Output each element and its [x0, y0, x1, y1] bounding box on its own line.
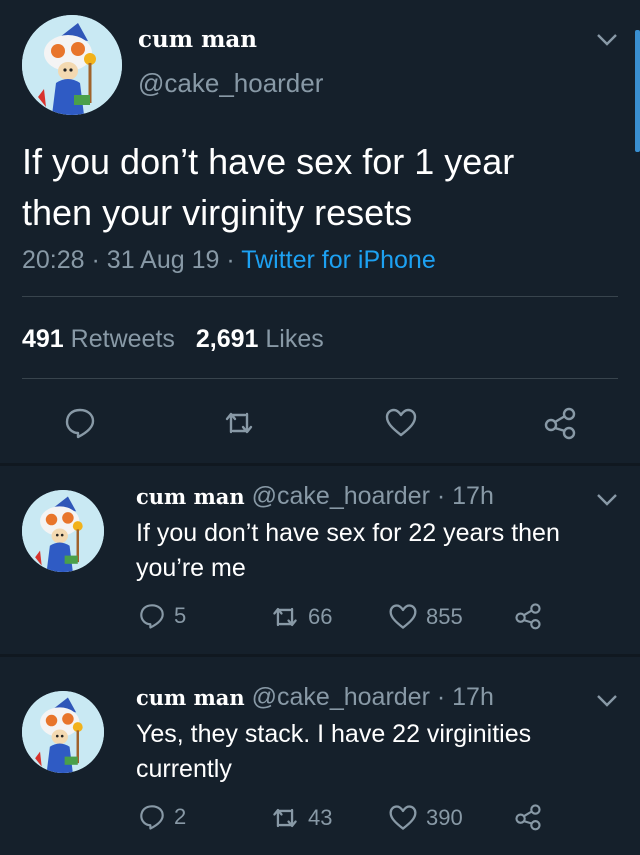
share-button[interactable]	[514, 602, 542, 632]
tweet-text: If you don’t have sex for 1 year then yo…	[22, 136, 612, 238]
chevron-down-icon[interactable]	[594, 32, 620, 48]
tweet-time: 20:28	[22, 246, 85, 274]
avatar[interactable]	[22, 15, 122, 115]
like-count: 855	[426, 604, 463, 629]
tweet-text-line: Yes, they stack. I have 22 virginities	[136, 720, 532, 748]
retweets-stat[interactable]: 491 Retweets	[22, 325, 182, 353]
tweet-meta: 20:28 · 31 Aug 19 · Twitter for iPhone	[22, 246, 436, 275]
retweet-count: 43	[308, 805, 333, 830]
like-button[interactable]: 390	[388, 803, 463, 833]
tweet-text-line: If you don’t have sex for 1 year	[22, 141, 515, 182]
share-button[interactable]	[514, 803, 542, 833]
meta-separator: ·	[436, 683, 446, 711]
display-name[interactable]: cum man	[136, 484, 245, 509]
tweet-client-link[interactable]: Twitter for iPhone	[241, 246, 436, 274]
retweet-icon[interactable]	[222, 406, 256, 440]
reply-icon	[140, 604, 164, 629]
reply-tweet[interactable]: cum man @cake_hoarder · 17h Yes, they st…	[0, 667, 640, 855]
chevron-down-icon[interactable]	[594, 693, 620, 709]
display-name[interactable]: cum man	[138, 26, 257, 53]
tweet-text-line: you’re me	[136, 554, 246, 582]
reply-header: cum man @cake_hoarder · 17h	[136, 482, 494, 511]
reply-count: 2	[174, 804, 187, 830]
main-tweet: cum man @cake_hoarder If you don’t have …	[0, 0, 640, 465]
like-count: 390	[426, 805, 463, 830]
likes-count: 2,691	[195, 325, 259, 353]
avatar[interactable]	[22, 490, 104, 572]
reply-tweet[interactable]: cum man @cake_hoarder · 17h If you don’t…	[0, 466, 640, 654]
tweet-text-line: then your virginity resets	[22, 192, 413, 233]
tweet-text: Yes, they stack. I have 22 virginities c…	[136, 717, 606, 787]
share-icon[interactable]	[543, 406, 577, 440]
reply-icon	[140, 805, 164, 830]
share-icon	[515, 804, 541, 831]
user-handle[interactable]: @cake_hoarder	[252, 482, 430, 510]
retweet-count: 66	[308, 604, 333, 629]
retweet-icon	[273, 607, 297, 627]
like-icon[interactable]	[384, 406, 418, 440]
reply-count: 5	[174, 603, 187, 629]
tweet-age: 17h	[452, 482, 494, 510]
like-icon	[389, 604, 417, 629]
tweet-age: 17h	[452, 683, 494, 711]
reply-icon[interactable]	[63, 406, 97, 440]
display-name[interactable]: cum man	[136, 685, 245, 710]
share-icon	[515, 603, 541, 630]
tweet-text-line: If you don’t have sex for 22 years then	[136, 519, 560, 547]
like-button[interactable]: 855	[388, 602, 463, 632]
retweets-label: Retweets	[70, 325, 175, 353]
reply-header: cum man @cake_hoarder · 17h	[136, 683, 494, 712]
likes-stat[interactable]: 2,691 Likes	[196, 325, 324, 353]
user-handle[interactable]: @cake_hoarder	[252, 683, 430, 711]
tweet-text-line: currently	[136, 755, 232, 783]
chevron-down-icon[interactable]	[594, 492, 620, 508]
meta-separator: ·	[91, 246, 100, 274]
retweet-button[interactable]: 66	[270, 602, 332, 632]
meta-separator: ·	[226, 246, 235, 274]
divider	[22, 378, 618, 379]
divider	[22, 296, 618, 297]
section-divider	[0, 654, 640, 657]
retweet-icon	[273, 808, 297, 828]
retweet-button[interactable]: 43	[270, 803, 332, 833]
like-icon	[389, 805, 417, 830]
avatar[interactable]	[22, 691, 104, 773]
reply-button[interactable]: 5	[138, 602, 186, 632]
reply-button[interactable]: 2	[138, 803, 186, 833]
user-handle[interactable]: @cake_hoarder	[138, 68, 323, 99]
meta-separator: ·	[436, 482, 446, 510]
tweet-date: 31 Aug 19	[106, 246, 220, 274]
likes-label: Likes	[265, 325, 324, 353]
retweets-count: 491	[22, 325, 64, 353]
tweet-stats: 491 Retweets 2,691 Likes	[22, 325, 324, 354]
tweet-text: If you don’t have sex for 22 years then …	[136, 516, 606, 586]
